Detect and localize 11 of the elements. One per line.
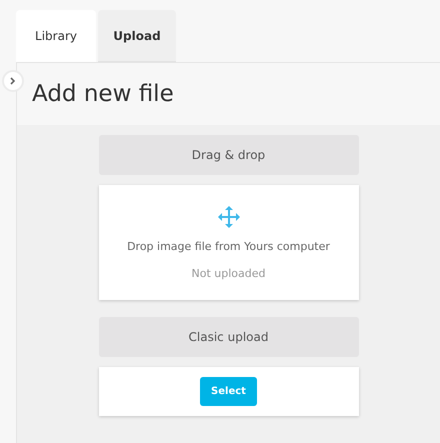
drop-instruction: Drop image file from Yours computer <box>127 240 330 252</box>
section-header: Clasic upload <box>98 317 358 357</box>
section-header: Drag & drop <box>98 135 358 175</box>
drop-zone[interactable]: Drop image file from Yours computer Not uploaded <box>98 185 358 300</box>
tab[interactable]: Upload <box>98 10 176 62</box>
chevron-right-icon <box>10 77 16 85</box>
upload-status: Not uploaded <box>192 266 266 280</box>
move-arrows-icon <box>218 206 240 228</box>
expand-button[interactable] <box>2 70 24 92</box>
tab[interactable]: Library <box>16 10 96 62</box>
page-title: Add new file <box>32 81 174 107</box>
